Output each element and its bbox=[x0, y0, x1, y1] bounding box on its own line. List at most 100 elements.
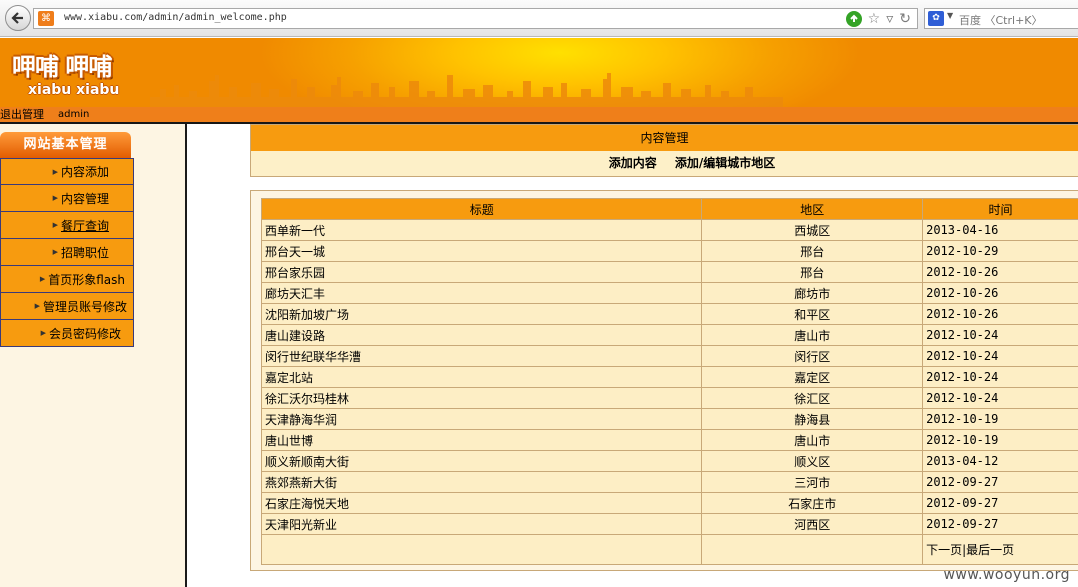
column-header-region: 地区 bbox=[701, 198, 924, 220]
sidebar-item-restaurant-search[interactable]: ▶ 餐厅查询 bbox=[0, 212, 134, 239]
column-header-time: 时间 bbox=[922, 198, 1078, 220]
sidebar-item-label: 餐厅查询 bbox=[60, 218, 109, 233]
table-row[interactable]: 闵行世纪联华华漕 闵行区 2012-10-24 bbox=[260, 345, 1078, 367]
triangle-right-icon: ▶ bbox=[40, 329, 46, 337]
go-icon[interactable] bbox=[845, 10, 862, 27]
row-title-cell[interactable]: 唐山建设路 bbox=[260, 324, 703, 346]
search-box[interactable]: ✿ ▼ 百度 〈Ctrl+K〉 bbox=[924, 8, 1078, 29]
paw-icon[interactable]: ✿ bbox=[928, 11, 944, 26]
table-row[interactable]: 沈阳新加坡广场 和平区 2012-10-26 bbox=[260, 303, 1078, 325]
row-region-cell: 静海县 bbox=[701, 408, 924, 430]
row-time-cell: 2012-10-26 bbox=[922, 261, 1078, 283]
row-time-cell: 2012-10-24 bbox=[922, 387, 1078, 409]
logout-link[interactable]: 退出管理 bbox=[0, 107, 44, 122]
next-page-link[interactable]: 下一页 bbox=[926, 543, 962, 557]
row-title-cell[interactable]: 廊坊天汇丰 bbox=[260, 282, 703, 304]
table-row[interactable]: 邢台天一城 邢台 2012-10-29 bbox=[260, 240, 1078, 262]
back-arrow-icon bbox=[11, 12, 23, 24]
table-row[interactable]: 唐山建设路 唐山市 2012-10-24 bbox=[260, 324, 1078, 346]
row-region-cell: 闵行区 bbox=[701, 345, 924, 367]
main-content: 内容管理 添加内容 添加/编辑城市地区 标题 地区 时间 西单新一代 西城区 201… bbox=[189, 124, 1078, 587]
row-title-cell[interactable]: 石家庄海悦天地 bbox=[260, 492, 703, 514]
table-row[interactable]: 嘉定北站 嘉定区 2012-10-24 bbox=[260, 366, 1078, 388]
table-row[interactable]: 唐山世博 唐山市 2012-10-19 bbox=[260, 429, 1078, 451]
row-title-cell[interactable]: 沈阳新加坡广场 bbox=[260, 303, 703, 325]
sidebar-item-label: 首页形象flash bbox=[48, 272, 125, 287]
row-title-cell[interactable]: 天津阳光新业 bbox=[260, 513, 703, 535]
search-placeholder: 百度 〈Ctrl+K〉 bbox=[959, 14, 1043, 27]
row-region-cell: 三河市 bbox=[701, 471, 924, 493]
table-row[interactable]: 天津静海华润 静海县 2012-10-19 bbox=[260, 408, 1078, 430]
add-content-link[interactable]: 添加内容 bbox=[609, 151, 657, 176]
last-page-link[interactable]: 最后一页 bbox=[966, 543, 1014, 557]
table-row[interactable]: 天津阳光新业 河西区 2012-09-27 bbox=[260, 513, 1078, 535]
row-title-cell[interactable]: 唐山世博 bbox=[260, 429, 703, 451]
sidebar-item-label: 招聘职位 bbox=[60, 245, 109, 260]
row-title-cell[interactable]: 燕郊燕新大街 bbox=[260, 471, 703, 493]
pager-row: 下一页|最后一页 bbox=[260, 534, 1078, 565]
triangle-right-icon: ▶ bbox=[52, 167, 58, 176]
sidebar-item-label: 内容添加 bbox=[60, 165, 109, 179]
sidebar-item-label: 管理员账号修改 bbox=[42, 299, 127, 314]
row-time-cell: 2012-10-24 bbox=[922, 366, 1078, 388]
sidebar-item-label: 内容管理 bbox=[60, 191, 109, 206]
triangle-right-icon: ▶ bbox=[39, 275, 46, 283]
row-region-cell: 西城区 bbox=[701, 219, 924, 241]
content-manage-panel: 内容管理 添加内容 添加/编辑城市地区 bbox=[250, 124, 1078, 177]
row-region-cell: 和平区 bbox=[701, 303, 924, 325]
sidebar-item-home-flash[interactable]: ▶ 首页形象flash bbox=[0, 266, 134, 293]
triangle-right-icon: ▶ bbox=[34, 302, 40, 310]
row-time-cell: 2012-10-19 bbox=[922, 408, 1078, 430]
triangle-right-icon: ▶ bbox=[52, 248, 58, 256]
row-title-cell[interactable]: 邢台家乐园 bbox=[260, 261, 703, 283]
row-region-cell: 徐汇区 bbox=[701, 387, 924, 409]
table-row[interactable]: 燕郊燕新大街 三河市 2012-09-27 bbox=[260, 471, 1078, 493]
sidebar-title: 网站基本管理 bbox=[0, 132, 131, 158]
sidebar-item-jobs[interactable]: ▶ 招聘职位 bbox=[0, 239, 134, 266]
pager-spacer bbox=[701, 534, 924, 565]
content-table: 标题 地区 时间 西单新一代 西城区 2013-04-16 邢台天一城 邢台 2012-1… bbox=[260, 198, 1078, 565]
sidebar-item-content-manage[interactable]: ▶ 内容管理 bbox=[0, 185, 134, 212]
row-title-cell[interactable]: 顺义新顺南大街 bbox=[260, 450, 703, 472]
edit-region-link[interactable]: 添加/编辑城市地区 bbox=[675, 151, 775, 176]
back-button[interactable] bbox=[5, 5, 31, 31]
row-time-cell: 2013-04-16 bbox=[922, 219, 1078, 241]
engine-dropdown-icon[interactable]: ▼ bbox=[947, 11, 953, 20]
bookmark-star-icon[interactable]: ☆ bbox=[868, 11, 881, 27]
table-row[interactable]: 西单新一代 西城区 2013-04-16 bbox=[260, 219, 1078, 241]
admin-bar: 退出管理 admin bbox=[0, 107, 1078, 122]
url-text: www.xiabu.com/admin/admin_welcome.php bbox=[64, 12, 287, 23]
table-row[interactable]: 徐汇沃尔玛桂林 徐汇区 2012-10-24 bbox=[260, 387, 1078, 409]
logo-english: xiabu xiabu bbox=[28, 82, 120, 98]
row-time-cell: 2012-10-26 bbox=[922, 303, 1078, 325]
row-region-cell: 邢台 bbox=[701, 261, 924, 283]
row-region-cell: 顺义区 bbox=[701, 450, 924, 472]
site-logo: 呷哺 呷哺 xiabu xiabu bbox=[12, 47, 119, 98]
row-title-cell[interactable]: 闵行世纪联华华漕 bbox=[260, 345, 703, 367]
row-region-cell: 嘉定区 bbox=[701, 366, 924, 388]
table-row[interactable]: 石家庄海悦天地 石家庄市 2012-09-27 bbox=[260, 492, 1078, 514]
sidebar-item-add-content[interactable]: ▶ 内容添加 bbox=[0, 158, 134, 185]
table-header-row: 标题 地区 时间 bbox=[260, 198, 1078, 220]
site-banner: 呷哺 呷哺 xiabu xiabu bbox=[0, 38, 1078, 107]
row-time-cell: 2012-09-27 bbox=[922, 492, 1078, 514]
row-title-cell[interactable]: 嘉定北站 bbox=[260, 366, 703, 388]
row-title-cell[interactable]: 西单新一代 bbox=[260, 219, 703, 241]
logo-chinese: 呷哺 呷哺 bbox=[12, 53, 112, 81]
history-dropdown-icon[interactable]: ▿ bbox=[886, 11, 893, 27]
reload-icon[interactable]: ↻ bbox=[899, 11, 911, 27]
row-title-cell[interactable]: 徐汇沃尔玛桂林 bbox=[260, 387, 703, 409]
row-title-cell[interactable]: 天津静海华润 bbox=[260, 408, 703, 430]
triangle-right-icon: ▶ bbox=[52, 221, 58, 229]
sidebar-item-admin-account[interactable]: ▶ 管理员账号修改 bbox=[0, 293, 134, 320]
table-row[interactable]: 廊坊天汇丰 廊坊市 2012-10-26 bbox=[260, 282, 1078, 304]
panel-title: 内容管理 bbox=[251, 125, 1078, 151]
table-row[interactable]: 邢台家乐园 邢台 2012-10-26 bbox=[260, 261, 1078, 283]
triangle-right-icon: ▶ bbox=[52, 194, 58, 202]
table-row[interactable]: 顺义新顺南大街 顺义区 2013-04-12 bbox=[260, 450, 1078, 472]
address-bar[interactable]: ⌘ www.xiabu.com/admin/admin_welcome.php … bbox=[33, 8, 918, 29]
row-time-cell: 2013-04-12 bbox=[922, 450, 1078, 472]
row-title-cell[interactable]: 邢台天一城 bbox=[260, 240, 703, 262]
row-region-cell: 邢台 bbox=[701, 240, 924, 262]
sidebar-item-member-password[interactable]: ▶ 会员密码修改 bbox=[0, 320, 134, 347]
